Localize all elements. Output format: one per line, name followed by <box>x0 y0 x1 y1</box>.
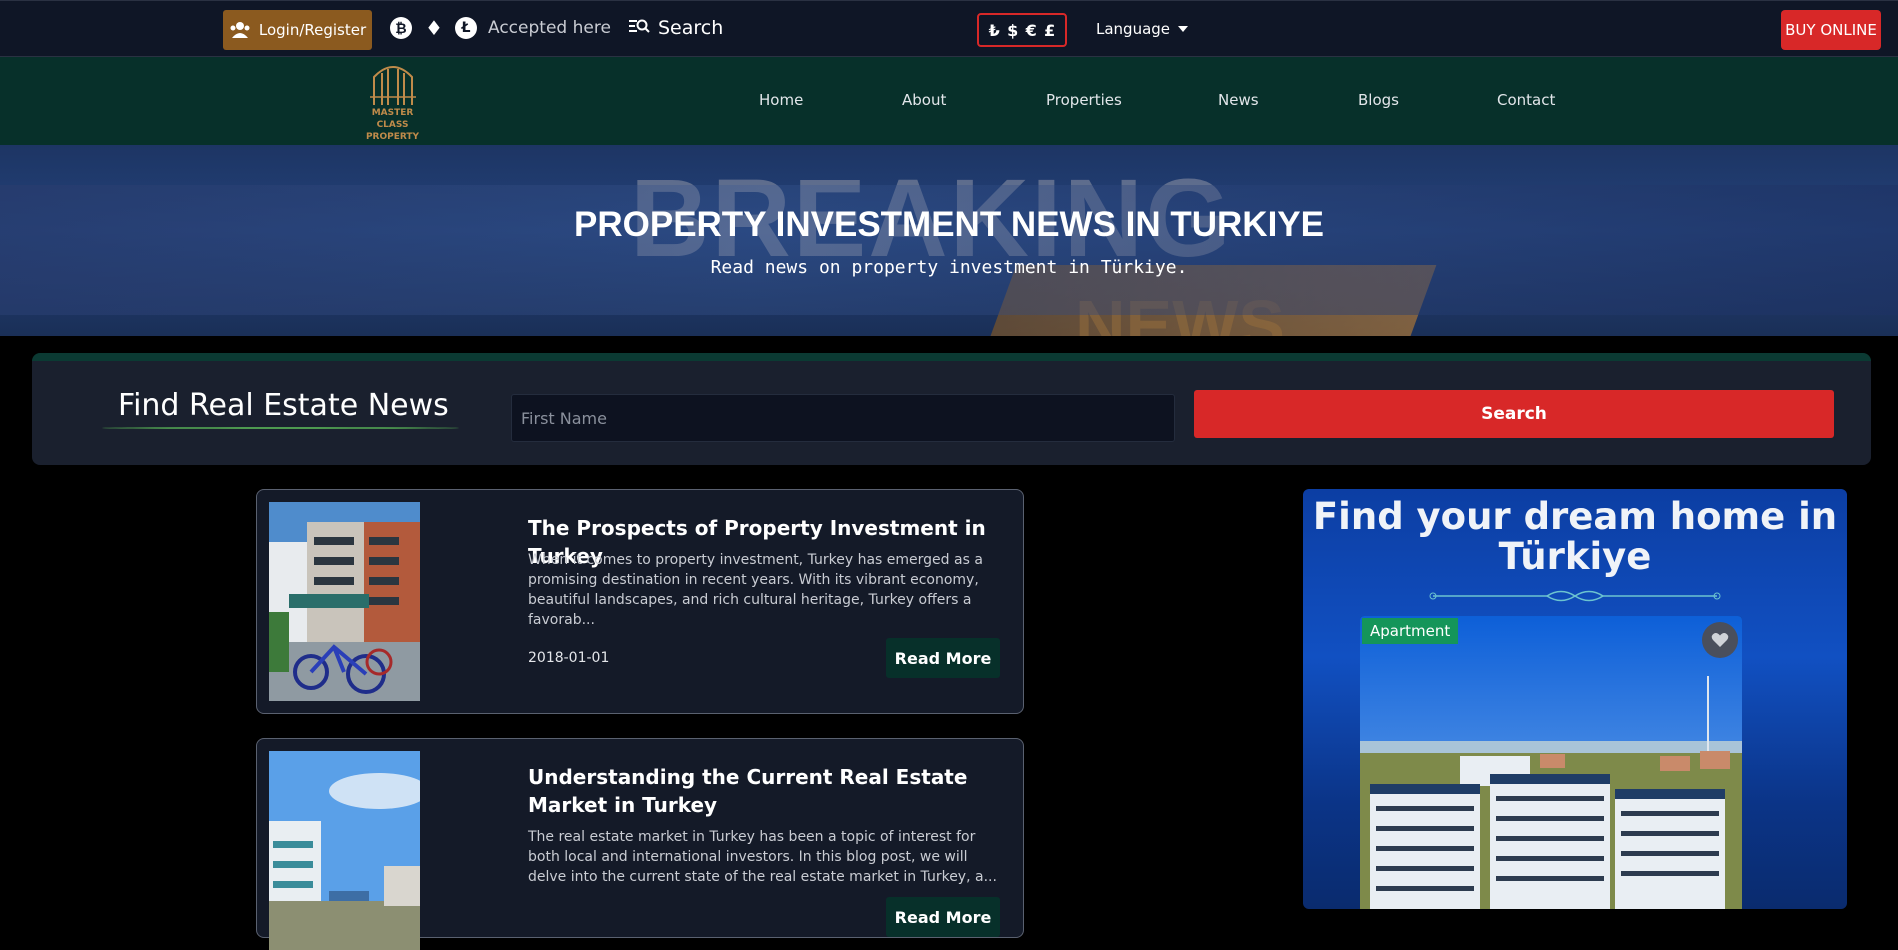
currency-try[interactable]: ₺ <box>989 21 1000 40</box>
language-label: Language <box>1096 20 1171 38</box>
top-search-label: Search <box>658 17 724 39</box>
article-date: 2018-01-01 <box>528 650 610 666</box>
search-list-icon <box>628 17 650 39</box>
top-search-button[interactable]: Search <box>628 17 723 39</box>
login-register-label: Login/Register <box>258 21 367 39</box>
users-icon <box>229 21 251 39</box>
article-card: The Prospects of Property Investment in … <box>256 489 1024 714</box>
chevron-down-icon <box>1178 26 1189 32</box>
hero-subtitle: Read news on property investment in Türk… <box>710 257 1188 278</box>
main-navbar: MASTER CLASS PROPERTY Home About Propert… <box>0 57 1898 145</box>
property-card[interactable]: Apartment <box>1360 616 1742 909</box>
logo-emblem-icon <box>369 66 416 105</box>
hero-title: PROPERTY INVESTMENT NEWS IN TURKIYE <box>574 205 1324 244</box>
nav-blogs[interactable]: Blogs <box>1358 91 1399 109</box>
nav-properties[interactable]: Properties <box>1046 91 1122 109</box>
article-thumbnail[interactable] <box>269 751 420 950</box>
top-bar: Login/Register ₿ ♦ Ł Accepted here Searc… <box>0 0 1898 57</box>
nav-contact[interactable]: Contact <box>1497 91 1555 109</box>
news-search-input[interactable] <box>511 394 1175 442</box>
dream-home-title: Find your dream home in Türkiye <box>1312 495 1838 578</box>
site-logo[interactable]: MASTER CLASS PROPERTY <box>355 63 430 142</box>
article-thumbnail[interactable] <box>269 502 420 701</box>
login-register-button[interactable]: Login/Register <box>223 10 372 50</box>
language-dropdown[interactable]: Language <box>1096 20 1189 38</box>
logo-text-line2: PROPERTY <box>365 132 420 142</box>
currency-eur[interactable]: € <box>1026 21 1037 40</box>
article-card: Understanding the Current Real Estate Ma… <box>256 738 1024 950</box>
currency-switcher: ₺ $ € £ <box>977 13 1067 47</box>
buy-online-button[interactable]: BUY ONLINE <box>1781 10 1881 50</box>
logo-text-line1: MASTER CLASS <box>371 108 414 130</box>
property-type-badge: Apartment <box>1362 618 1459 644</box>
hero-banner: BREAKING NEWS PROPERTY INVESTMENT NEWS I… <box>0 145 1898 336</box>
ornament-divider-icon <box>1429 590 1721 602</box>
read-more-button[interactable]: Read More <box>886 897 1000 937</box>
litecoin-icon: Ł <box>455 17 477 39</box>
bitcoin-icon: ₿ <box>390 17 412 39</box>
read-more-button[interactable]: Read More <box>886 638 1000 678</box>
article-excerpt: The real estate market in Turkey has bee… <box>528 829 997 885</box>
accepted-here-label: Accepted here <box>488 18 611 38</box>
nav-news[interactable]: News <box>1218 91 1259 109</box>
nav-about[interactable]: About <box>902 91 946 109</box>
property-photo <box>1360 616 1742 909</box>
dream-home-panel: Find your dream home in Türkiye Apartmen… <box>1303 489 1847 909</box>
find-news-title: Find Real Estate News <box>118 388 449 423</box>
nav-home[interactable]: Home <box>759 91 803 109</box>
find-news-panel: Find Real Estate News Search <box>32 353 1871 465</box>
news-search-button[interactable]: Search <box>1194 390 1834 438</box>
currency-gbp[interactable]: £ <box>1044 21 1055 40</box>
article-title[interactable]: Understanding the Current Real Estate Ma… <box>528 763 1008 819</box>
title-underline <box>102 427 459 429</box>
favorite-heart-icon[interactable] <box>1702 622 1738 658</box>
article-excerpt: When it comes to property investment, Tu… <box>528 552 983 628</box>
currency-usd[interactable]: $ <box>1007 21 1018 40</box>
ethereum-icon: ♦ <box>425 16 443 40</box>
